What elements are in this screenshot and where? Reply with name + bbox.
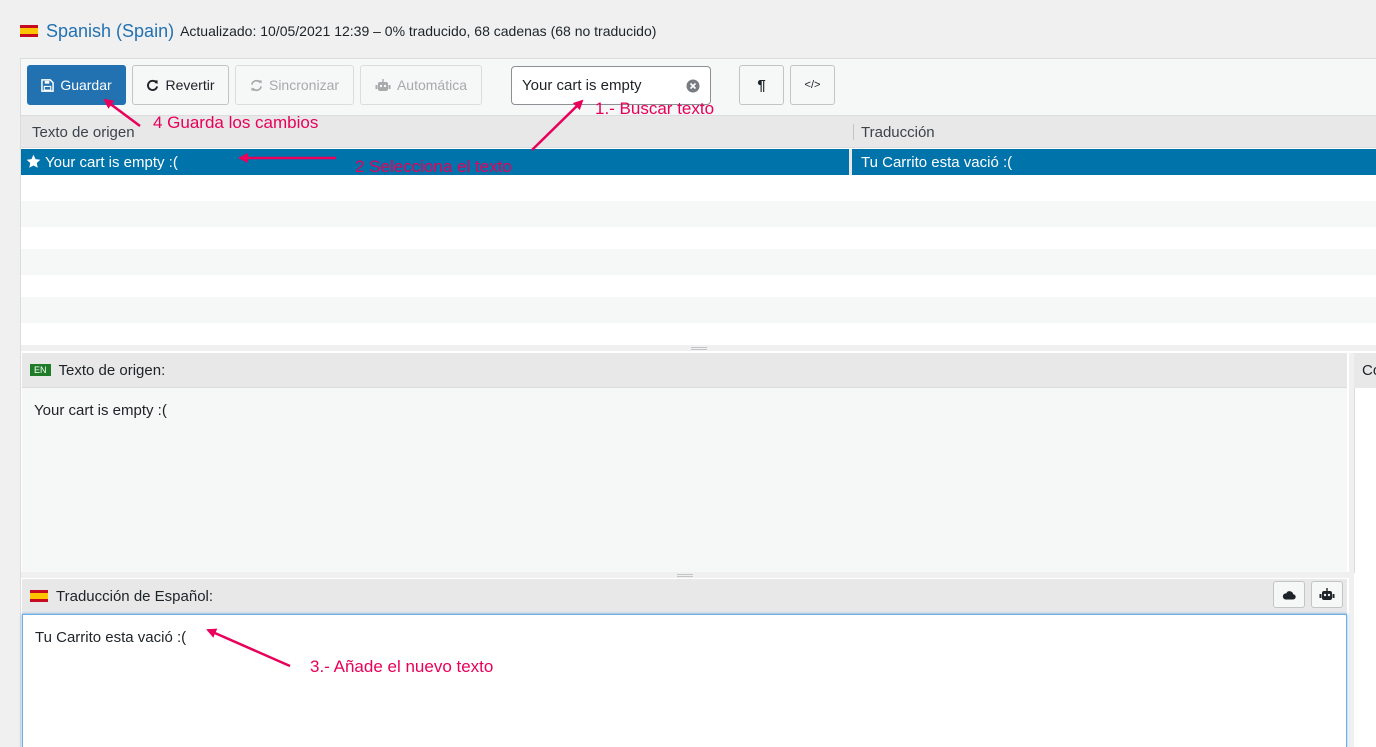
cloud-icon <box>1282 590 1296 600</box>
splitter-grip[interactable] <box>690 347 707 350</box>
list-item <box>21 175 1376 201</box>
annotation-step-1: 1.- Buscar texto <box>595 99 715 118</box>
splitter-grip[interactable] <box>677 574 693 577</box>
side-pane-body <box>1354 388 1376 573</box>
row-translation-text: Tu Carrito esta vació :( <box>861 154 1013 171</box>
list-item <box>21 273 1376 299</box>
table-row[interactable]: Your cart is empty :( Tu Carrito esta va… <box>21 149 1376 175</box>
annotation-step-4: 4 Guarda los cambios <box>153 113 319 132</box>
translation-status: Actualizado: 10/05/2021 12:39 – 0% tradu… <box>180 23 657 39</box>
robot-icon <box>1319 588 1335 600</box>
source-pane-header: EN Texto de origen: <box>22 353 1347 388</box>
undo-icon <box>147 79 159 91</box>
spain-flag-icon <box>30 590 48 602</box>
list-item <box>21 321 1376 347</box>
column-header-source[interactable]: Texto de origen <box>32 124 135 141</box>
pane-splitter[interactable] <box>21 572 1349 578</box>
spain-flag-icon <box>20 25 38 37</box>
sync-button-label: Sincronizar <box>268 77 340 93</box>
annotation-step-2: 2 Selecciona el texto <box>355 157 512 176</box>
auto-translate-button-label: Automática <box>396 77 468 93</box>
toggle-code-button[interactable]: </> <box>790 65 835 105</box>
cloud-translate-button[interactable] <box>1273 581 1305 608</box>
robot-icon <box>375 78 391 91</box>
editor-panel: Guardar Revertir Sincronizar Automática … <box>20 58 1376 747</box>
source-text: Your cart is empty :( <box>34 402 167 419</box>
robot-translate-button[interactable] <box>1311 581 1343 608</box>
list-item <box>21 249 1376 275</box>
en-flag-icon: EN <box>30 364 51 376</box>
row-source-text: Your cart is empty :( <box>45 154 178 171</box>
save-button[interactable]: Guardar <box>27 65 126 105</box>
page-header: Spanish (Spain) Actualizado: 10/05/2021 … <box>20 18 656 44</box>
search-input[interactable] <box>522 77 682 94</box>
translation-text: Tu Carrito esta vació :( <box>35 629 187 646</box>
translation-textarea[interactable]: Tu Carrito esta vació :( <box>22 614 1347 747</box>
floppy-icon <box>41 78 55 92</box>
revert-button[interactable]: Revertir <box>132 65 229 105</box>
save-button-label: Guardar <box>60 77 112 93</box>
clear-icon[interactable] <box>686 79 700 93</box>
list-item <box>21 297 1376 323</box>
code-icon: </> <box>804 79 821 91</box>
side-pane-header: Co <box>1354 353 1376 388</box>
revert-button-label: Revertir <box>165 77 215 93</box>
annotation-step-3: 3.- Añade el nuevo texto <box>310 657 494 676</box>
pilcrow-icon: ¶ <box>757 76 766 94</box>
column-gap <box>849 149 852 175</box>
refresh-icon <box>251 79 262 91</box>
list-item <box>21 225 1376 251</box>
sync-button[interactable]: Sincronizar <box>235 65 354 105</box>
translation-pane-title: Traducción de Español: <box>56 587 214 605</box>
toggle-invisibles-button[interactable]: ¶ <box>739 65 784 105</box>
column-divider[interactable] <box>853 124 854 140</box>
source-text-area: Your cart is empty :( <box>22 388 1347 572</box>
translation-pane-header: Traducción de Español: <box>22 579 1347 614</box>
auto-translate-button[interactable]: Automática <box>360 65 482 105</box>
column-header-translation[interactable]: Traducción <box>861 124 935 141</box>
list-item <box>21 201 1376 227</box>
source-pane-title: Texto de origen: <box>58 361 166 379</box>
list-splitter[interactable] <box>21 345 1376 351</box>
language-title[interactable]: Spanish (Spain) <box>46 21 174 42</box>
star-icon <box>26 154 41 168</box>
